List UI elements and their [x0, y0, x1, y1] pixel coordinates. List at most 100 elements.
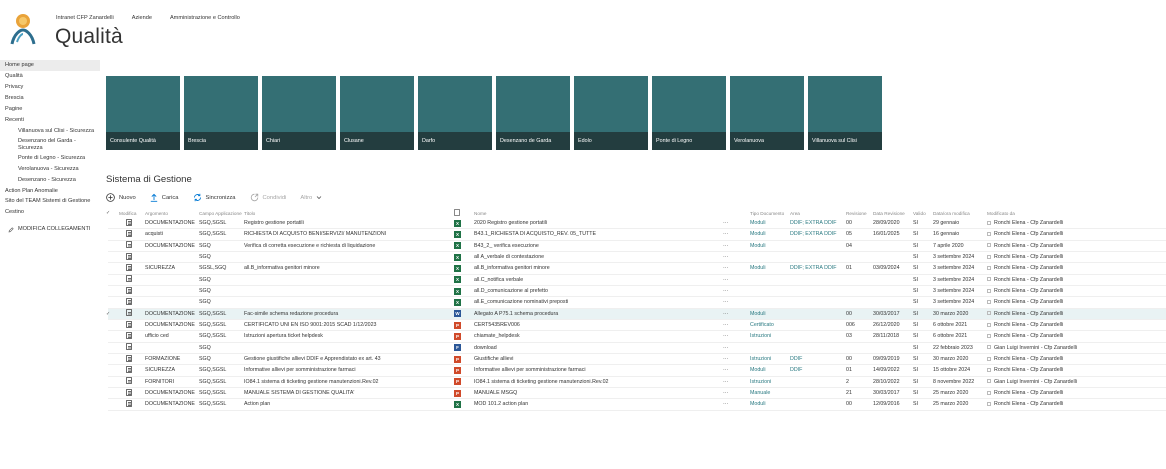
nav-item[interactable]: Ponte di Legno - Sicurezza	[0, 154, 100, 164]
tipo-documento-cell[interactable]: Istruzioni	[750, 333, 790, 339]
file-name-link[interactable]: Allegato A P75.1 schema procedura	[474, 311, 723, 317]
more-actions-icon[interactable]: ···	[723, 231, 750, 237]
column-header-area[interactable]: Area	[790, 211, 846, 216]
edit-properties-icon[interactable]	[126, 377, 132, 385]
edit-properties-icon[interactable]	[126, 263, 132, 271]
file-name-link[interactable]: all.B_informativa genitori minore	[474, 265, 723, 271]
column-header-file-type[interactable]	[454, 209, 474, 217]
table-row[interactable]: SGQ Xall.D_comunicazione al prefetto ··· SI…	[108, 286, 1166, 298]
column-header-campo[interactable]: Campo Applicazione	[199, 211, 244, 216]
tipo-documento-cell[interactable]: Moduli	[750, 401, 790, 407]
nav-item[interactable]: Desenzano del Garda - Sicurezza	[0, 136, 100, 153]
more-actions-icon[interactable]: ···	[723, 311, 750, 317]
modificato-da-link[interactable]: Gian Luigi Invernini - Cfp Zanardelli	[994, 345, 1077, 351]
modificato-da-link[interactable]: Ronchi Elena - Cfp Zanardelli	[994, 367, 1063, 373]
tipo-documento-cell[interactable]: Istruzioni	[750, 356, 790, 362]
table-row[interactable]: SICUREZZA SGSL,SGQ all.B_informativa genit…	[108, 263, 1166, 275]
edit-properties-icon[interactable]	[126, 343, 132, 351]
table-row[interactable]: acquisti SGQ,SGSL RICHIESTA DI ACQUISTO BE…	[108, 229, 1166, 241]
topnav-item-aziende[interactable]: Aziende	[132, 15, 152, 21]
tipo-documento-cell[interactable]: Istruzioni	[750, 379, 790, 385]
file-name-link[interactable]: B43_2_ verifica esecuzione	[474, 243, 723, 249]
file-name-link[interactable]: IO84.1 sistema di ticketing gestione man…	[474, 379, 723, 385]
modificato-da-link[interactable]: Ronchi Elena - Cfp Zanardelli	[994, 288, 1063, 294]
column-header-valido[interactable]: Valido	[913, 211, 933, 216]
file-name-link[interactable]: all.D_comunicazione al prefetto	[474, 288, 723, 294]
table-row[interactable]: DOCUMENTAZIONE SGQ,SGSL Registro gestione …	[108, 218, 1166, 230]
nav-item[interactable]: Home page	[0, 60, 100, 71]
site-title[interactable]: Qualità	[55, 25, 123, 49]
nav-item[interactable]: Desenzano - Sicurezza	[0, 175, 100, 186]
modificato-da-link[interactable]: Ronchi Elena - Cfp Zanardelli	[994, 333, 1063, 339]
new-button[interactable]: Nuovo	[106, 193, 136, 202]
table-row[interactable]: DOCUMENTAZIONE SGQ,SGSL CERTIFICATO UNI EN…	[108, 320, 1166, 332]
more-actions-icon[interactable]: ···	[723, 333, 750, 339]
area-cell[interactable]: DDIF; EXTRA DDIF	[790, 231, 846, 237]
tipo-documento-cell[interactable]: Moduli	[750, 243, 790, 249]
edit-properties-icon[interactable]	[126, 297, 132, 305]
nav-item[interactable]: Privacy	[0, 82, 100, 93]
edit-properties-icon[interactable]	[126, 388, 132, 396]
more-actions-icon[interactable]: ···	[723, 265, 750, 271]
more-actions-icon[interactable]: ···	[723, 220, 750, 226]
more-actions-icon[interactable]: ···	[723, 356, 750, 362]
edit-properties-icon[interactable]	[126, 241, 132, 249]
file-name-link[interactable]: all A_verbale di contestazione	[474, 254, 723, 260]
more-actions-icon[interactable]: ···	[723, 277, 750, 283]
sync-button[interactable]: Sincronizza	[193, 193, 236, 202]
edit-properties-icon[interactable]	[126, 275, 132, 283]
upload-button[interactable]: Carica	[150, 193, 179, 202]
tipo-documento-cell[interactable]: Certificato	[750, 322, 790, 328]
area-cell[interactable]: DDIF	[790, 356, 846, 362]
column-header-data-modifica[interactable]: Data/ora modifica	[933, 211, 987, 216]
tipo-documento-cell[interactable]: Moduli	[750, 311, 790, 317]
nav-item[interactable]: Sito del TEAM Sistemi di Gestione	[0, 197, 100, 207]
modificato-da-link[interactable]: Ronchi Elena - Cfp Zanardelli	[994, 322, 1063, 328]
nav-item[interactable]: Cestino	[0, 207, 100, 218]
table-row[interactable]: SGQ Xall.E_comunicazione nominativi prepo…	[108, 297, 1166, 309]
file-name-link[interactable]: Informative allievi per somministrazione…	[474, 367, 723, 373]
table-row[interactable]: SICUREZZA SGQ,SGSL Informative allievi per…	[108, 365, 1166, 377]
row-checkbox[interactable]: ✓	[106, 311, 117, 317]
quick-link-tile[interactable]: Verolanuova	[730, 76, 804, 150]
more-actions-icon[interactable]: ···	[723, 390, 750, 396]
column-header-tipo[interactable]: Tipo Documento	[750, 211, 790, 216]
edit-properties-icon[interactable]	[126, 365, 132, 373]
modificato-da-link[interactable]: Ronchi Elena - Cfp Zanardelli	[994, 401, 1063, 407]
quick-link-tile[interactable]: Consulente Qualità	[106, 76, 180, 150]
quick-link-tile[interactable]: Clusane	[340, 76, 414, 150]
more-actions-icon[interactable]: ···	[723, 243, 750, 249]
tipo-documento-cell[interactable]: Moduli	[750, 220, 790, 226]
table-row[interactable]: SGQ Xall A_verbale di contestazione ··· SI 3…	[108, 252, 1166, 264]
more-actions-icon[interactable]: ···	[723, 288, 750, 294]
edit-links-button[interactable]: MODIFICA COLLEGAMENTI	[0, 224, 100, 235]
edit-properties-icon[interactable]	[126, 286, 132, 294]
quick-link-tile[interactable]: Darfo	[418, 76, 492, 150]
table-row[interactable]: SGQ Fdownload ··· SI 22 febbraio 2023 Gian Lu…	[108, 343, 1166, 354]
quick-link-tile[interactable]: Villanuova sul Clisi	[808, 76, 882, 150]
more-actions-icon[interactable]: ···	[723, 379, 750, 385]
file-name-link[interactable]: all.C_notifica verbale	[474, 277, 723, 283]
document-library-title[interactable]: Sistema di Gestione	[106, 174, 192, 185]
more-actions-icon[interactable]: ···	[723, 322, 750, 328]
table-row[interactable]: DOCUMENTAZIONE SGQ Verifica di corretta es…	[108, 241, 1166, 252]
modificato-da-link[interactable]: Ronchi Elena - Cfp Zanardelli	[994, 277, 1063, 283]
edit-properties-icon[interactable]	[126, 331, 132, 339]
select-all-checkbox[interactable]: ✓	[106, 210, 117, 216]
area-cell[interactable]: DDIF; EXTRA DDIF	[790, 265, 846, 271]
nav-item[interactable]: Recenti	[0, 115, 100, 126]
table-row[interactable]: FORNITORI SGQ,SGSL IO84.1 sistema di ticke…	[108, 377, 1166, 388]
topnav-item-amministrazione[interactable]: Amministrazione e Controllo	[170, 15, 240, 21]
column-header-data-revisione[interactable]: Data Revisione	[873, 211, 913, 216]
more-actions-icon[interactable]: ···	[723, 401, 750, 407]
tipo-documento-cell[interactable]: Moduli	[750, 367, 790, 373]
modificato-da-link[interactable]: Gian Luigi Invernini - Cfp Zanardelli	[994, 379, 1077, 385]
quick-link-tile[interactable]: Edolo	[574, 76, 648, 150]
modificato-da-link[interactable]: Ronchi Elena - Cfp Zanardelli	[994, 265, 1063, 271]
more-actions-icon[interactable]: ···	[723, 299, 750, 305]
column-header-revisione[interactable]: Revisione	[846, 211, 873, 216]
table-row[interactable]: DOCUMENTAZIONE SGQ,SGSL Action plan X MOD 10…	[108, 399, 1166, 411]
more-actions-icon[interactable]: ···	[723, 367, 750, 373]
topnav-item-intranet[interactable]: Intranet CFP Zanardelli	[56, 15, 114, 21]
nav-item[interactable]: Pagine	[0, 104, 100, 115]
